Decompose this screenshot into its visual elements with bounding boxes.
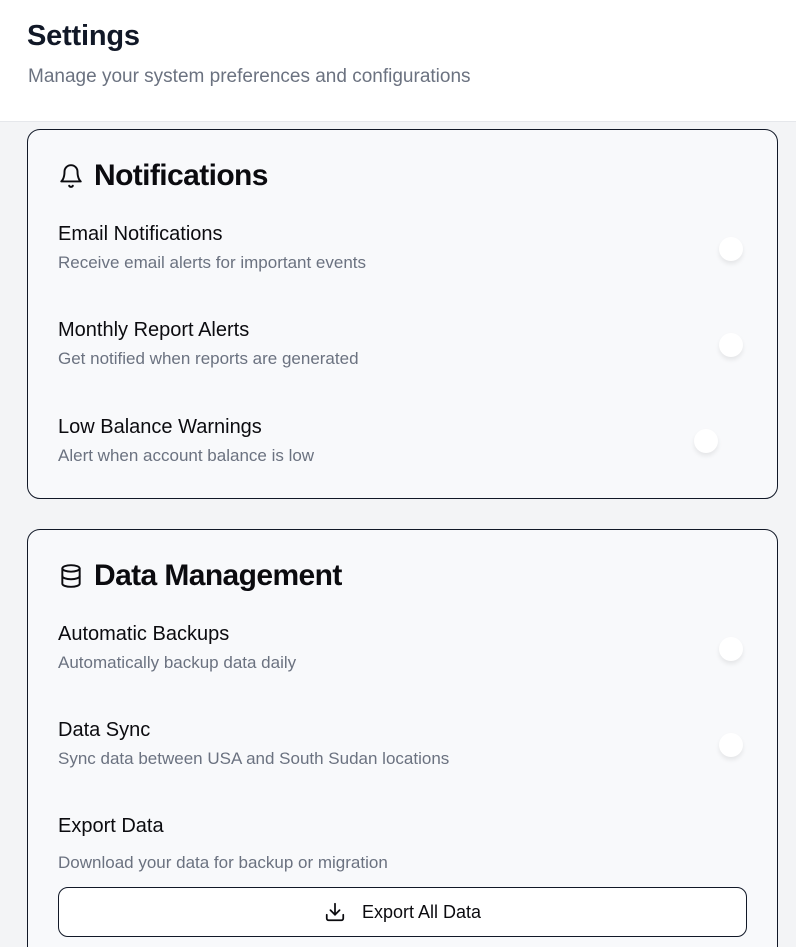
data-management-card-title: Data Management: [94, 559, 342, 592]
download-icon: [324, 901, 346, 923]
notifications-card: Notifications Email Notifications Receiv…: [27, 129, 778, 499]
notifications-card-header: Notifications: [58, 158, 268, 194]
monthly-report-alerts-toggle[interactable]: [719, 333, 743, 357]
notifications-card-title: Notifications: [94, 159, 268, 192]
page-title: Settings: [27, 20, 140, 52]
page-subtitle: Manage your system preferences and confi…: [28, 66, 471, 87]
data-sync-toggle[interactable]: [719, 733, 743, 757]
database-icon: [58, 563, 84, 589]
setting-label: Automatic Backups: [58, 623, 230, 645]
setting-description: Alert when account balance is low: [58, 446, 315, 465]
setting-automatic-backups: Automatic Backups Automatically backup d…: [58, 623, 748, 693]
export-all-data-button[interactable]: Export All Data: [58, 887, 747, 937]
bell-icon: [58, 163, 84, 189]
automatic-backups-toggle[interactable]: [719, 637, 743, 661]
setting-description: Automatically backup data daily: [58, 653, 297, 672]
export-button-label: Export All Data: [361, 901, 482, 922]
page-header: Settings Manage your system preferences …: [0, 0, 796, 122]
setting-label: Data Sync: [58, 719, 151, 741]
setting-label: Email Notifications: [58, 223, 223, 245]
setting-monthly-report-alerts: Monthly Report Alerts Get notified when …: [58, 319, 748, 389]
setting-label: Export Data: [58, 815, 164, 837]
setting-low-balance-warnings: Low Balance Warnings Alert when account …: [58, 416, 748, 486]
setting-description: Receive email alerts for important event…: [58, 253, 367, 272]
setting-description: Sync data between USA and South Sudan lo…: [58, 749, 450, 768]
email-notifications-toggle[interactable]: [719, 237, 743, 261]
setting-description: Get notified when reports are generated: [58, 349, 359, 368]
data-management-card-header: Data Management: [58, 558, 342, 594]
data-management-card: Data Management Automatic Backups Automa…: [27, 529, 778, 947]
setting-export-data: Export Data Download your data for backu…: [58, 815, 748, 885]
setting-label: Low Balance Warnings: [58, 416, 262, 438]
setting-label: Monthly Report Alerts: [58, 319, 250, 341]
setting-data-sync: Data Sync Sync data between USA and Sout…: [58, 719, 748, 789]
low-balance-warnings-toggle[interactable]: [694, 429, 718, 453]
setting-email-notifications: Email Notifications Receive email alerts…: [58, 223, 748, 293]
setting-description: Download your data for backup or migrati…: [58, 853, 388, 872]
settings-content[interactable]: Notifications Email Notifications Receiv…: [0, 123, 796, 947]
